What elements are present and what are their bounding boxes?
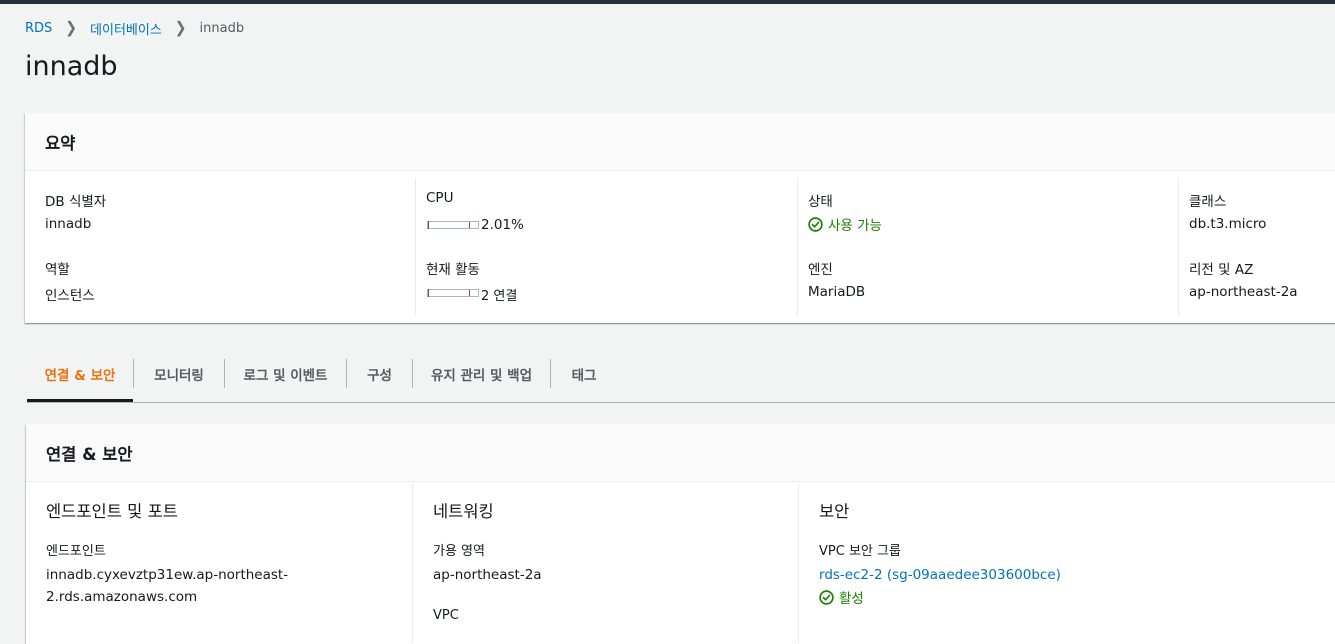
endpoint-value-line1: innadb.cyxevztp31ew.ap-northeast- [46,567,289,583]
chevron-right-icon: ❯ [65,19,78,37]
security-group-status: 활성 [819,587,864,607]
cpu-value: 2.01% [481,217,524,233]
connectivity-header: 연결 & 보안 [26,424,1335,482]
summary-col-identifier: DB 식별자 innadb 역할 인스턴스 [25,178,415,316]
endpoint-value-line2: 2.rds.amazonaws.com [46,589,198,605]
networking-section-title: 네트워킹 [433,502,494,521]
summary-col-class: 클래스 db.t3.micro 리전 및 AZ ap-northeast-2a [1178,178,1335,316]
check-circle-icon [819,589,834,605]
top-nav-bar [0,0,1335,4]
endpoint-column: 엔드포인트 및 포트 엔드포인트 innadb.cyxevztp31ew.ap-… [26,483,412,643]
class-value: db.t3.micro [1189,216,1267,232]
detail-tabs: 연결 & 보안 모니터링 로그 및 이벤트 구성 유지 관리 및 백업 태그 [27,345,1335,403]
chevron-right-icon: ❯ [174,19,187,37]
status-value: 사용 가능 [828,218,882,234]
class-label: 클래스 [1189,194,1227,210]
security-group-status-value: 활성 [839,591,864,607]
db-identifier-label: DB 식별자 [45,194,107,210]
security-section-title: 보안 [819,502,850,521]
summary-header: 요약 [25,113,1335,171]
summary-col-status: 상태 사용 가능 엔진 MariaDB [797,178,1179,316]
breadcrumb: RDS ❯ 데이터베이스 ❯ innadb [25,18,244,38]
breadcrumb-databases-link[interactable]: 데이터베이스 [90,19,162,38]
tab-maintenance-backups[interactable]: 유지 관리 및 백업 [413,345,550,402]
tab-monitoring[interactable]: 모니터링 [134,345,224,402]
region-value: ap-northeast-2a [1189,284,1298,300]
tab-logs-events[interactable]: 로그 및 이벤트 [225,345,346,402]
tab-tags[interactable]: 태그 [551,345,617,402]
networking-column: 네트워킹 가용 영역 ap-northeast-2a VPC [412,483,799,643]
db-identifier-value: innadb [45,216,92,232]
cpu-progress-bar [427,221,479,229]
status-label: 상태 [808,194,833,210]
availability-zone-label: 가용 영역 [433,544,485,559]
role-label: 역할 [45,262,70,278]
endpoint-label: 엔드포인트 [46,544,106,559]
availability-zone-value: ap-northeast-2a [433,567,542,583]
activity-progress-bar [427,289,479,297]
vpc-label: VPC [433,608,459,623]
breadcrumb-rds-link[interactable]: RDS [25,21,52,36]
connectivity-security-panel: 연결 & 보안 엔드포인트 및 포트 엔드포인트 innadb.cyxevztp… [26,424,1335,644]
breadcrumb-current: innadb [199,20,245,36]
endpoint-section-title: 엔드포인트 및 포트 [46,502,178,521]
page-title: innadb [25,51,118,82]
tab-configuration[interactable]: 구성 [347,345,412,402]
summary-col-cpu: CPU 2.01% 현재 활동 2 연결 [415,178,797,316]
vpc-security-group-label: VPC 보안 그룹 [819,544,901,559]
security-column: 보안 VPC 보안 그룹 rds-ec2-2 (sg-09aaedee30360… [798,483,1335,643]
summary-panel: 요약 DB 식별자 innadb 역할 인스턴스 CPU 2.01% 현재 활동… [25,113,1335,323]
security-group-link[interactable]: rds-ec2-2 (sg-09aaedee303600bce) [819,567,1061,583]
engine-label: 엔진 [808,262,833,278]
check-circle-icon [808,216,823,232]
status-badge: 사용 가능 [808,214,882,234]
engine-value: MariaDB [808,284,866,300]
cpu-label: CPU [426,190,454,206]
tab-connectivity-security[interactable]: 연결 & 보안 [27,345,133,402]
role-value: 인스턴스 [45,288,95,304]
activity-label: 현재 활동 [426,262,480,278]
activity-value: 2 연결 [481,289,518,304]
region-label: 리전 및 AZ [1189,262,1254,278]
